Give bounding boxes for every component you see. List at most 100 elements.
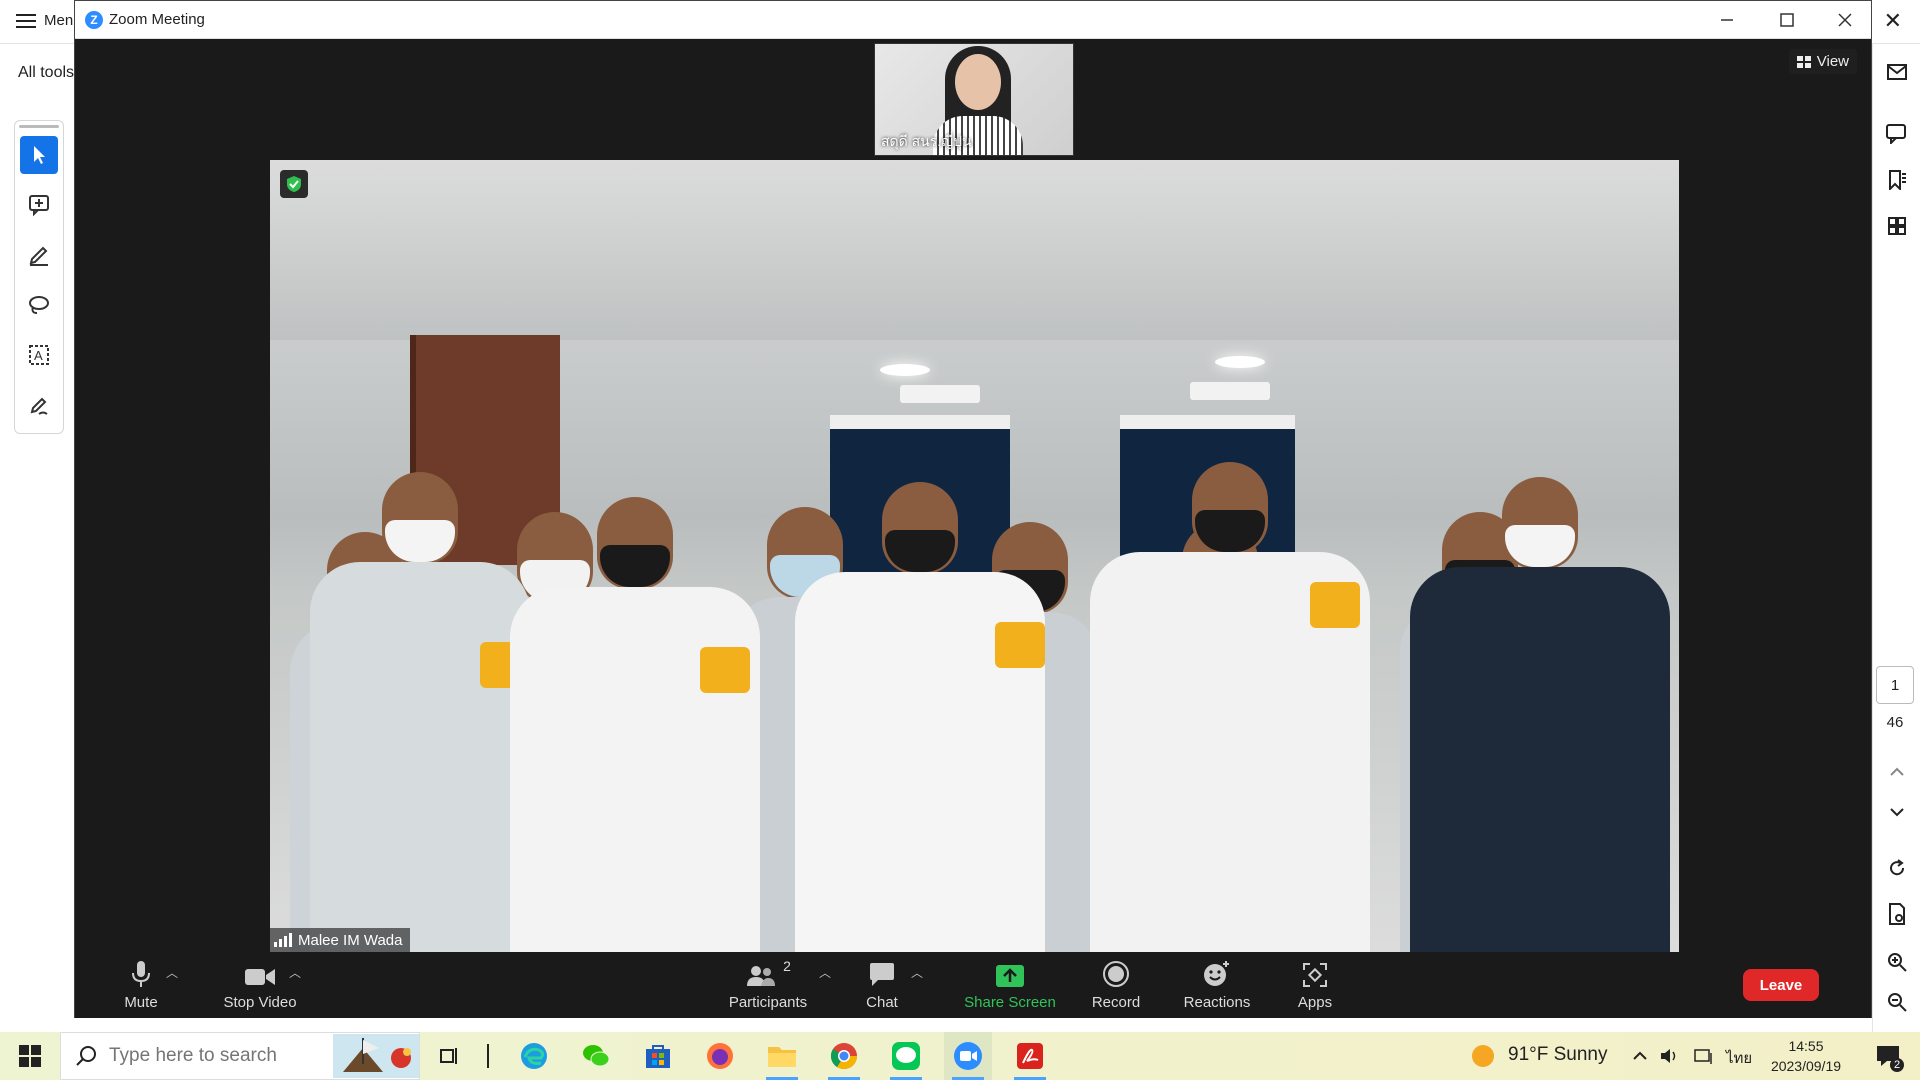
main-video-feed[interactable]: Malee IM Wada: [270, 160, 1679, 952]
hamburger-icon: [16, 13, 36, 28]
zoom-out-icon[interactable]: [1885, 990, 1909, 1014]
video-aircon-left: [900, 385, 980, 403]
chat-options-chevron-icon[interactable]: ︿: [911, 964, 923, 981]
right-rail: [1872, 44, 1920, 1032]
all-tools-label[interactable]: All tools: [18, 64, 74, 82]
view-grid-icon: [1796, 55, 1811, 68]
video-options-chevron-icon[interactable]: ︿: [289, 964, 301, 981]
system-clock[interactable]: 14:55 2023/09/19: [1766, 1036, 1846, 1076]
record-icon: [1103, 961, 1129, 987]
zoom-in-icon[interactable]: [1885, 950, 1909, 974]
wechat-icon[interactable]: [572, 1032, 620, 1080]
page-settings-icon[interactable]: [1885, 902, 1909, 926]
tool-rail: A: [14, 120, 64, 434]
close-icon[interactable]: ✕: [1884, 8, 1902, 34]
apps-label: Apps: [1297, 994, 1333, 1011]
audio-options-chevron-icon[interactable]: ︿: [166, 964, 178, 981]
thumbnails-grid-icon[interactable]: [1885, 214, 1909, 238]
participants-label: Participants: [728, 994, 808, 1011]
leave-button[interactable]: Leave: [1743, 969, 1819, 1001]
video-area: View สดุดี สนร.ญี่ปุ่น Malee IM Wada: [75, 39, 1871, 952]
taskbar-search[interactable]: [60, 1032, 420, 1080]
chat-bubble-icon: [870, 963, 894, 986]
page-total: 46: [1886, 714, 1904, 731]
mail-icon[interactable]: [1885, 60, 1909, 84]
record-button[interactable]: Record: [1081, 958, 1151, 1011]
text-box-icon[interactable]: A: [20, 336, 58, 374]
encryption-shield-icon[interactable]: [280, 170, 308, 198]
apps-icon: [1303, 963, 1327, 987]
tray-overflow-chevron-icon[interactable]: [1628, 1032, 1652, 1080]
search-input[interactable]: [109, 1045, 329, 1067]
minimize-icon[interactable]: [1707, 7, 1747, 33]
participants-options-chevron-icon[interactable]: ︿: [819, 964, 831, 981]
notification-count: 2: [1890, 1058, 1904, 1072]
network-icon[interactable]: [1690, 1032, 1718, 1080]
participants-count: 2: [783, 958, 791, 974]
chat-button[interactable]: Chat: [857, 958, 907, 1011]
video-person: [510, 497, 760, 952]
comments-icon[interactable]: [1885, 122, 1909, 146]
rotate-icon[interactable]: [1885, 856, 1909, 880]
record-label: Record: [1091, 994, 1141, 1011]
mute-label: Mute: [124, 994, 158, 1011]
menu-button[interactable]: Menu: [16, 12, 82, 29]
file-explorer-icon[interactable]: [758, 1032, 806, 1080]
volume-icon[interactable]: [1656, 1032, 1684, 1080]
speaker-thumbnail[interactable]: สดุดี สนร.ญี่ปุ่น: [874, 43, 1074, 156]
video-ceiling: [270, 160, 1679, 340]
maximize-icon[interactable]: [1767, 7, 1807, 33]
sign-pen-icon[interactable]: [20, 386, 58, 424]
video-person: [1090, 462, 1370, 952]
windows-start-icon[interactable]: [10, 1032, 50, 1080]
share-screen-button[interactable]: Share Screen: [955, 958, 1065, 1011]
share-screen-icon: [996, 965, 1024, 987]
task-view-icon[interactable]: [432, 1032, 468, 1080]
view-button[interactable]: View: [1788, 49, 1857, 74]
view-label: View: [1816, 53, 1849, 70]
participants-icon: [747, 966, 776, 986]
page-down-icon[interactable]: [1885, 800, 1909, 824]
video-camera-icon: [245, 969, 275, 985]
participants-button[interactable]: 2 Participants: [713, 958, 823, 1011]
highlight-pen-icon[interactable]: [20, 236, 58, 274]
page-up-icon[interactable]: [1885, 760, 1909, 784]
weather-text[interactable]: 91°F Sunny: [1508, 1044, 1608, 1066]
chrome-icon[interactable]: [820, 1032, 868, 1080]
firefox-icon[interactable]: [696, 1032, 744, 1080]
zoom-title-bar[interactable]: Z Zoom Meeting: [75, 1, 1871, 39]
clock-time: 14:55: [1788, 1038, 1824, 1054]
thumbnail-face: [955, 54, 1001, 110]
input-language[interactable]: ไทย: [1726, 1046, 1752, 1070]
smiley-plus-icon: [1204, 961, 1229, 986]
reactions-label: Reactions: [1183, 994, 1251, 1011]
line-app-icon[interactable]: [882, 1032, 930, 1080]
stop-video-label: Stop Video: [223, 994, 297, 1011]
microphone-icon: [132, 961, 150, 987]
reactions-button[interactable]: Reactions: [1177, 958, 1257, 1011]
zoom-app-icon[interactable]: [944, 1032, 992, 1080]
edge-browser-icon[interactable]: [510, 1032, 558, 1080]
rail-grip[interactable]: [19, 125, 59, 128]
video-aircon-right: [1190, 382, 1270, 400]
mute-button[interactable]: Mute: [109, 958, 173, 1011]
select-tool-icon[interactable]: [20, 136, 58, 174]
bookmark-icon[interactable]: [1885, 168, 1909, 192]
close-window-icon[interactable]: [1825, 7, 1865, 33]
thumbnail-name: สดุดี สนร.ญี่ปุ่น: [881, 133, 972, 149]
acrobat-icon[interactable]: [1006, 1032, 1054, 1080]
svg-text:A: A: [34, 348, 43, 363]
microsoft-store-icon[interactable]: [634, 1032, 682, 1080]
search-icon: [76, 1046, 96, 1066]
add-comment-icon[interactable]: [20, 186, 58, 224]
lasso-draw-icon[interactable]: [20, 286, 58, 324]
notifications-icon[interactable]: 2: [1866, 1032, 1910, 1080]
video-light-left: [880, 364, 930, 376]
apps-button[interactable]: Apps: [1285, 958, 1345, 1011]
video-light-right: [1215, 356, 1265, 368]
weather-sun-icon[interactable]: [1468, 1032, 1498, 1080]
share-screen-label: Share Screen: [964, 994, 1056, 1011]
video-person: [310, 472, 530, 952]
page-number-input[interactable]: 1: [1876, 666, 1914, 704]
windows-taskbar: 91°F Sunny ไทย 14:55 2023/09/19 2: [0, 1032, 1920, 1080]
